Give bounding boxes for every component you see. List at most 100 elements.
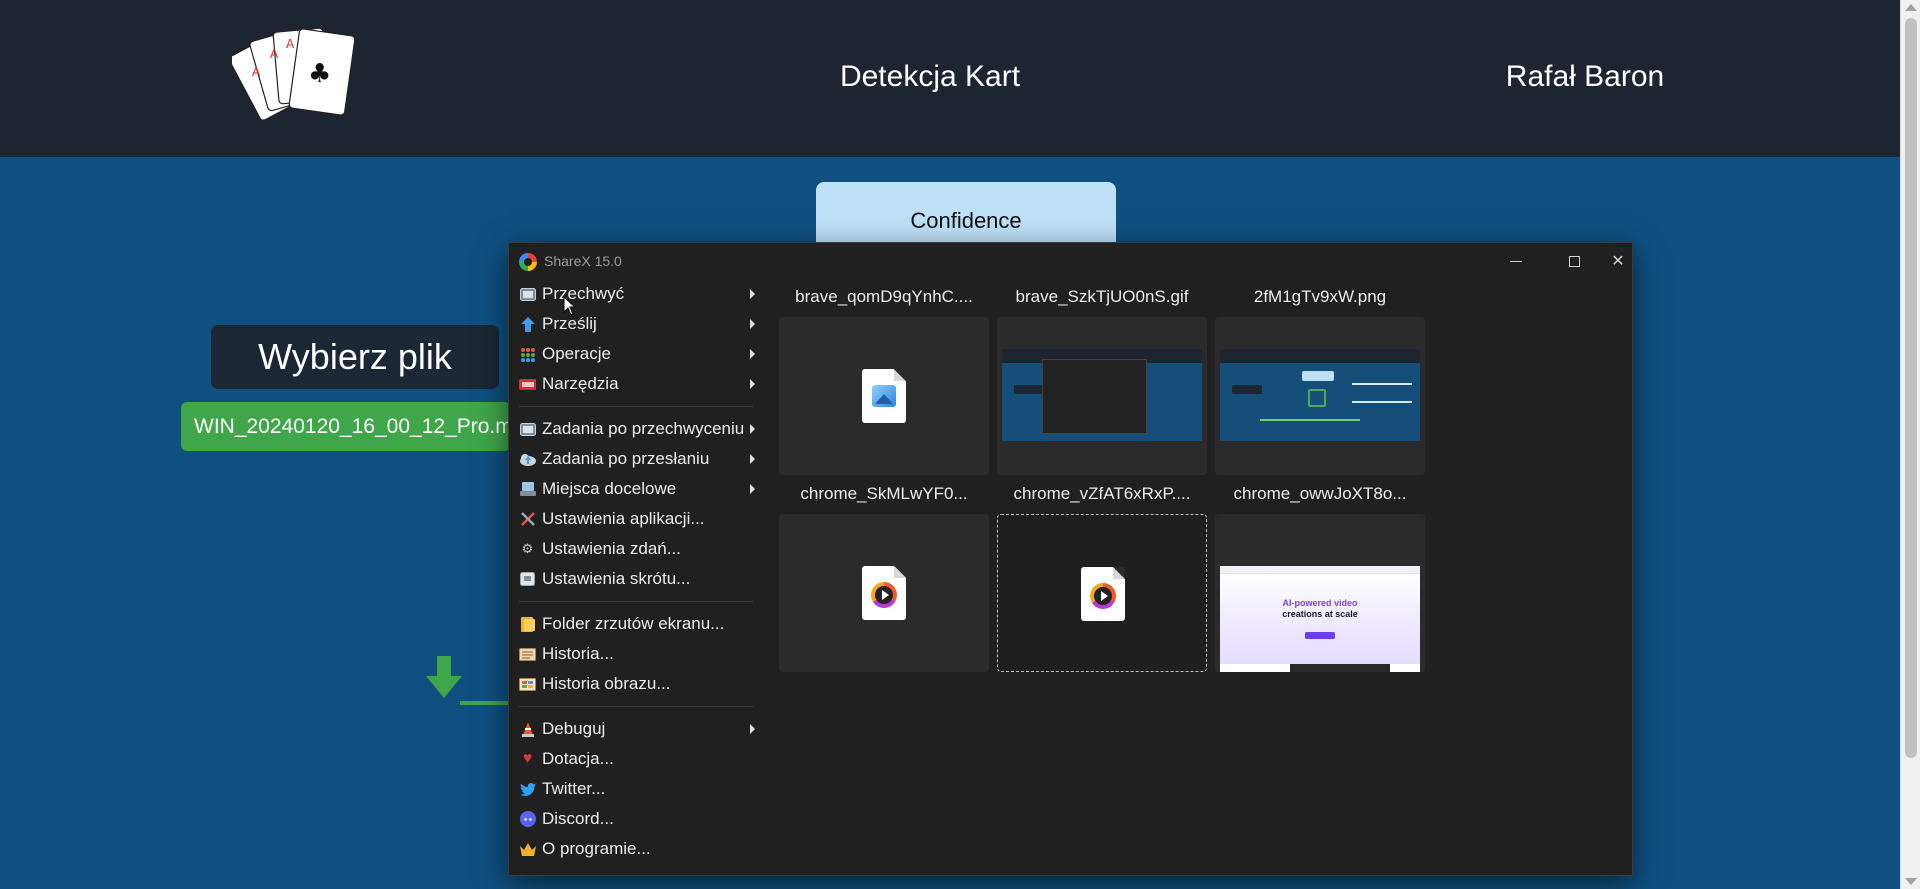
preview-headline: creations at scale (1282, 609, 1358, 619)
thumbnail-item[interactable]: brave_SzkTjUO0nS.gif (997, 279, 1207, 476)
thumbnail-item[interactable]: chrome_owwJoXT8o... AI-powered video cre… (1215, 476, 1425, 673)
image-history-icon (519, 677, 536, 692)
menu-item-after-upload[interactable]: Zadania po przesłaniu (509, 444, 767, 474)
menu-item-app-settings[interactable]: Ustawienia aplikacji... (509, 504, 767, 534)
folder-icon (519, 616, 536, 632)
play-icon (1090, 583, 1116, 609)
hotkey-settings-icon (519, 572, 536, 587)
minimize-button[interactable] (1487, 243, 1545, 279)
thumbnail-preview[interactable] (1215, 317, 1425, 475)
menu-item-label: Dotacja... (542, 749, 614, 768)
app-settings-icon (519, 512, 536, 527)
menu-item-label: Operacje (542, 344, 611, 363)
history-icon (519, 647, 536, 662)
menu-item-label: O programie... (542, 839, 651, 858)
thumbnail-item[interactable]: chrome_SkMLwYF0... (779, 476, 989, 673)
menu-item-label: Miejsca docelowe (542, 479, 677, 498)
thumbnail-label: chrome_vZfAT6xRxP.... (1013, 484, 1191, 503)
menu-item-label: Debuguj (542, 719, 606, 738)
menu-item-label: Narzędzia (542, 374, 619, 393)
task-settings-icon: ⚙ (521, 541, 534, 556)
play-icon (871, 582, 897, 608)
thumbnail-item[interactable]: chrome_vZfAT6xRxP.... (997, 476, 1207, 673)
menu-item-image-history[interactable]: Historia obrazu... (509, 669, 767, 699)
download-arrow-icon (426, 656, 462, 698)
menu-item-upload[interactable]: Prześlij (509, 309, 767, 339)
main-menu: Przechwyć Prześlij Operacje Narzędzia Za… (509, 279, 767, 864)
after-capture-icon (519, 422, 536, 437)
menu-item-operations[interactable]: Operacje (509, 339, 767, 369)
thumbnail-label: brave_SzkTjUO0nS.gif (1015, 287, 1189, 306)
sharex-window: ShareX 15.0 ✕ Przechwyć Prześlij Operacj… (508, 242, 1633, 876)
window-title: ShareX 15.0 (544, 253, 622, 269)
close-button[interactable]: ✕ (1603, 243, 1633, 279)
page-title: Detekcja Kart (839, 60, 1021, 93)
svg-text:♣: ♣ (308, 59, 331, 89)
menu-item-label: Ustawienia zdań... (542, 539, 681, 558)
menu-item-task-settings[interactable]: ⚙ Ustawienia zdań... (509, 534, 767, 564)
upload-icon (519, 316, 536, 332)
maximize-button[interactable] (1545, 243, 1603, 279)
menu-item-discord[interactable]: Discord... (509, 804, 767, 834)
menu-item-label: Folder zrzutów ekranu... (542, 614, 725, 633)
menu-item-label: Zadania po przechwyceniu (542, 419, 745, 438)
video-file-icon (862, 566, 906, 620)
thumbnail-preview[interactable] (997, 514, 1207, 672)
scroll-thumb[interactable] (1905, 18, 1917, 758)
submenu-arrow-icon (750, 379, 755, 389)
menu-item-label: Prześlij (542, 314, 597, 333)
menu-item-capture[interactable]: Przechwyć (509, 279, 767, 309)
menu-item-label: Historia... (542, 644, 614, 663)
submenu-arrow-icon (750, 319, 755, 329)
page-scrollbar[interactable] (1900, 0, 1920, 889)
menu-item-destinations[interactable]: Miejsca docelowe (509, 474, 767, 504)
preview-headline: AI-powered video (1282, 598, 1358, 608)
menu-separator (519, 601, 753, 602)
thumbnail-preview[interactable] (779, 317, 989, 475)
thumbnail-preview[interactable] (779, 514, 989, 672)
menu-item-about[interactable]: O programie... (509, 834, 767, 864)
author-name: Rafał Baron (1505, 60, 1665, 93)
menu-item-history[interactable]: Historia... (509, 639, 767, 669)
picture-icon (872, 385, 896, 407)
destinations-icon (519, 482, 536, 497)
menu-item-donate[interactable]: ♥ Dotacja... (509, 744, 767, 774)
svg-text:A: A (252, 65, 261, 79)
video-file-icon (1081, 567, 1125, 621)
thumbnail-item[interactable]: 2fM1gTv9xW.png (1215, 279, 1425, 476)
scroll-up-icon[interactable] (1905, 4, 1917, 11)
debug-icon (519, 721, 536, 737)
image-file-icon (862, 369, 906, 423)
menu-item-twitter[interactable]: Twitter... (509, 774, 767, 804)
menu-item-label: Ustawienia aplikacji... (542, 509, 705, 528)
screenshot-preview (1220, 349, 1420, 441)
after-upload-icon (519, 452, 536, 467)
menu-item-screenshot-folder[interactable]: Folder zrzutów ekranu... (509, 609, 767, 639)
svg-text:A: A (286, 37, 295, 51)
thumbnail-preview[interactable] (997, 317, 1207, 475)
thumbnail-label: 2fM1gTv9xW.png (1253, 287, 1387, 306)
discord-icon (519, 811, 536, 827)
menu-item-label: Zadania po przesłaniu (542, 449, 710, 468)
selected-file-chip: WIN_20240120_16_00_12_Pro.mp4 (181, 402, 511, 451)
thumbnail-item[interactable]: brave_qomD9qYnhC.... (779, 279, 989, 476)
menu-item-after-capture[interactable]: Zadania po przechwyceniu (509, 414, 767, 444)
thumbnail-label: chrome_SkMLwYF0... (800, 484, 968, 503)
menu-item-tools[interactable]: Narzędzia (509, 369, 767, 399)
thumbnail-label: brave_qomD9qYnhC.... (795, 287, 973, 306)
maximize-icon (1568, 255, 1580, 267)
twitter-icon (519, 782, 536, 797)
site-header: A A A ♣ Detekcja Kart Rafał Baron (0, 0, 1900, 157)
menu-item-debug[interactable]: Debuguj (509, 714, 767, 744)
menu-item-hotkey-settings[interactable]: Ustawienia skrótu... (509, 564, 767, 594)
window-titlebar[interactable]: ShareX 15.0 ✕ (509, 243, 1632, 279)
thumbnail-preview[interactable]: AI-powered video creations at scale (1215, 514, 1425, 672)
svg-text:A: A (270, 47, 279, 61)
submenu-arrow-icon (750, 349, 755, 359)
submenu-arrow-icon (750, 724, 755, 734)
choose-file-button[interactable]: Wybierz plik (211, 325, 499, 389)
capture-icon (519, 287, 536, 302)
operations-icon (519, 347, 536, 362)
heart-icon: ♥ (522, 750, 533, 767)
scroll-down-icon[interactable] (1905, 878, 1917, 885)
